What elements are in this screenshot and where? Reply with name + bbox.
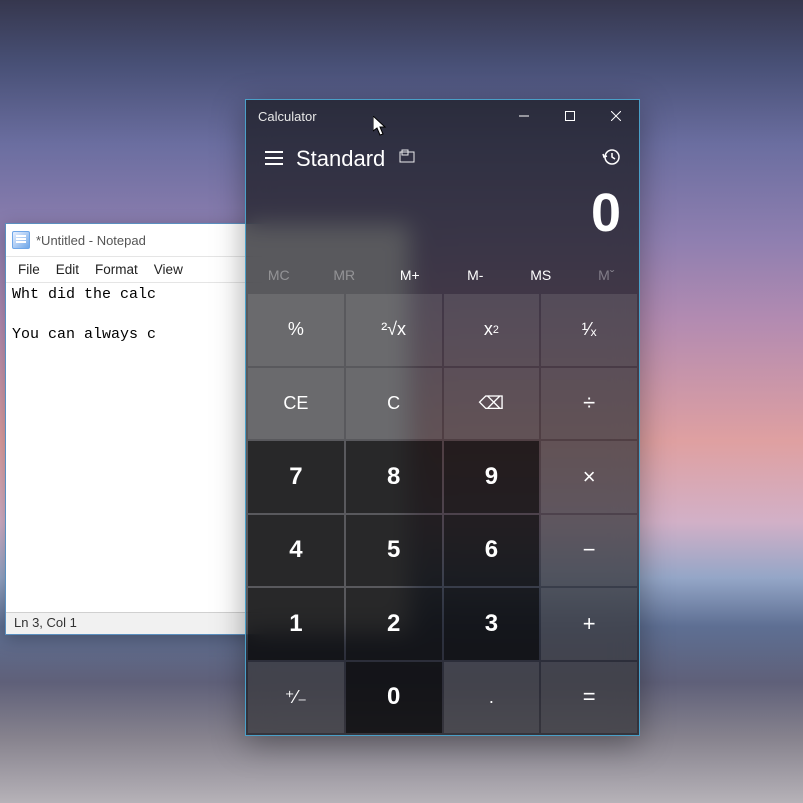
close-button[interactable] <box>593 100 639 132</box>
digit-2-button[interactable]: 2 <box>346 588 442 660</box>
divide-button[interactable]: ÷ <box>541 368 637 440</box>
memory-recall-button[interactable]: MR <box>312 267 378 283</box>
digit-3-button[interactable]: 3 <box>444 588 540 660</box>
maximize-icon <box>565 111 575 121</box>
digit-6-button[interactable]: 6 <box>444 515 540 587</box>
square-x-label: x <box>484 319 493 340</box>
menu-file[interactable]: File <box>14 261 44 278</box>
calculator-display: 0 <box>246 186 639 258</box>
digit-5-button[interactable]: 5 <box>346 515 442 587</box>
calculator-keypad: % ²√x x2 ¹⁄ₓ CE C ⌫ ÷ 7 8 9 × 4 5 6 − 1 … <box>246 292 639 735</box>
calculator-mode-label: Standard <box>296 146 385 172</box>
square-exp-label: 2 <box>493 324 499 336</box>
minimize-icon <box>519 111 529 121</box>
hamburger-menu-button[interactable] <box>256 148 292 171</box>
reciprocal-button[interactable]: ¹⁄ₓ <box>541 294 637 366</box>
notepad-icon <box>12 231 30 249</box>
digit-4-button[interactable]: 4 <box>248 515 344 587</box>
desktop-wallpaper: *Untitled - Notepad File Edit Format Vie… <box>0 0 803 803</box>
clear-entry-button[interactable]: CE <box>248 368 344 440</box>
memory-add-button[interactable]: M+ <box>377 267 443 283</box>
percent-button[interactable]: % <box>248 294 344 366</box>
menu-edit[interactable]: Edit <box>52 261 83 278</box>
digit-0-button[interactable]: 0 <box>346 662 442 734</box>
hamburger-icon <box>265 151 283 165</box>
digit-7-button[interactable]: 7 <box>248 441 344 513</box>
memory-store-button[interactable]: MS <box>508 267 574 283</box>
maximize-button[interactable] <box>547 100 593 132</box>
multiply-button[interactable]: × <box>541 441 637 513</box>
keep-on-top-button[interactable] <box>399 149 415 170</box>
calculator-window: Calculator Standard 0 <box>245 99 640 736</box>
calculator-title: Calculator <box>258 109 317 124</box>
plus-button[interactable]: + <box>541 588 637 660</box>
history-button[interactable] <box>593 148 629 171</box>
digit-9-button[interactable]: 9 <box>444 441 540 513</box>
notepad-title: *Untitled - Notepad <box>36 233 146 248</box>
square-button[interactable]: x2 <box>444 294 540 366</box>
close-icon <box>611 111 621 121</box>
memory-clear-button[interactable]: MC <box>246 267 312 283</box>
menu-format[interactable]: Format <box>91 261 142 278</box>
calculator-titlebar[interactable]: Calculator <box>246 100 639 132</box>
history-icon <box>602 148 620 166</box>
memory-sub-button[interactable]: M- <box>443 267 509 283</box>
sqrt-button[interactable]: ²√x <box>346 294 442 366</box>
negate-button[interactable]: ⁺⁄₋ <box>248 662 344 734</box>
calculator-mode-bar: Standard <box>246 132 639 186</box>
backspace-button[interactable]: ⌫ <box>444 368 540 440</box>
keep-on-top-icon <box>399 149 415 165</box>
digit-1-button[interactable]: 1 <box>248 588 344 660</box>
menu-view[interactable]: View <box>150 261 187 278</box>
memory-row: MC MR M+ M- MS Mˇ <box>246 258 639 292</box>
equals-button[interactable]: = <box>541 662 637 734</box>
memory-list-button[interactable]: Mˇ <box>574 267 640 283</box>
decimal-button[interactable]: . <box>444 662 540 734</box>
minus-button[interactable]: − <box>541 515 637 587</box>
clear-button[interactable]: C <box>346 368 442 440</box>
digit-8-button[interactable]: 8 <box>346 441 442 513</box>
minimize-button[interactable] <box>501 100 547 132</box>
